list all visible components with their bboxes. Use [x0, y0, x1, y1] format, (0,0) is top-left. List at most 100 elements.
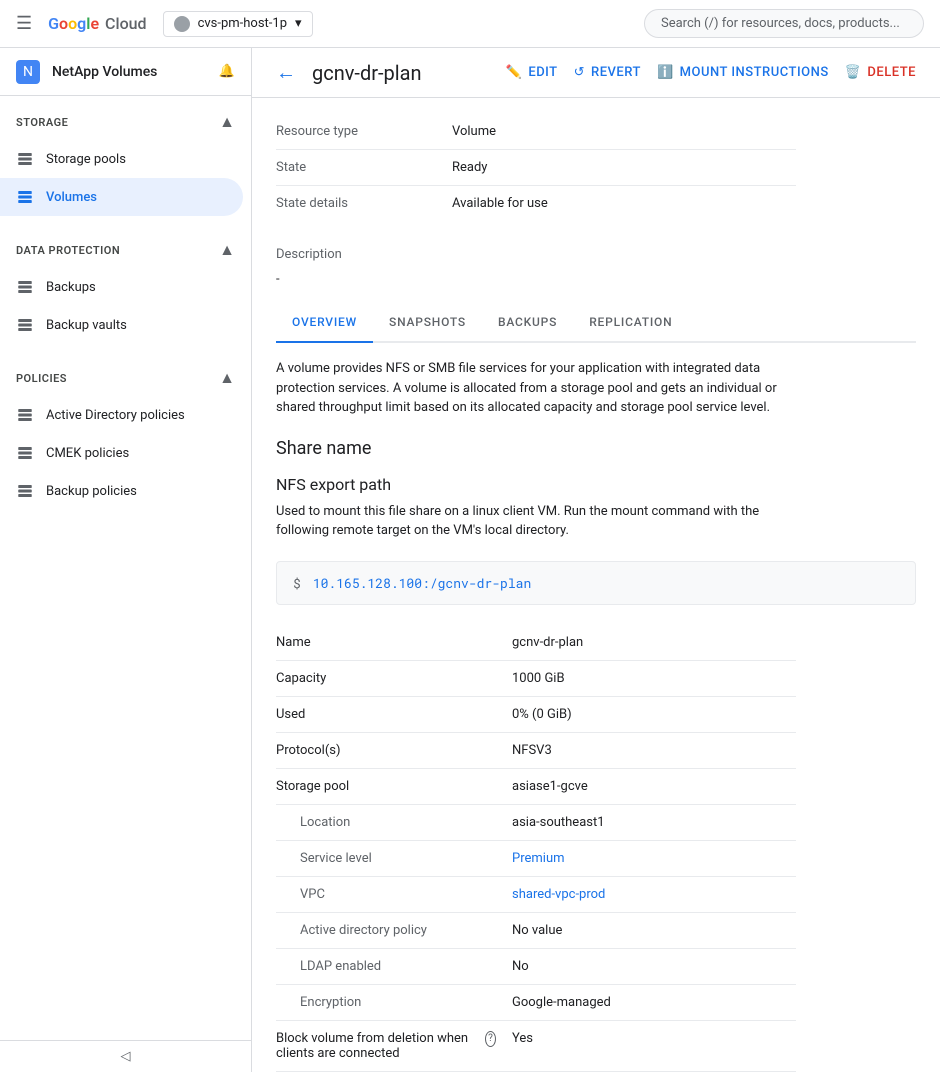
- storage-pools-label: Storage pools: [46, 152, 126, 167]
- backup-vaults-icon: [16, 316, 34, 334]
- volume-info-table: Resource type Volume State Ready State d…: [276, 114, 796, 221]
- detail-encryption-label: Encryption: [276, 985, 496, 1020]
- detail-ad-policy-value: No value: [496, 913, 578, 948]
- resource-type-row: Resource type Volume: [276, 114, 796, 150]
- storage-pools-icon: [16, 150, 34, 168]
- state-details-label: State details: [276, 186, 436, 221]
- storage-section-header[interactable]: Storage ▲: [0, 104, 251, 140]
- back-button[interactable]: ←: [276, 60, 296, 85]
- detail-ad-policy-label: Active directory policy: [276, 913, 496, 948]
- state-label: State: [276, 150, 436, 185]
- backups-icon: [16, 278, 34, 296]
- detail-used-row: Used 0% (0 GiB): [276, 697, 796, 733]
- detail-vpc-value: shared-vpc-prod: [496, 877, 621, 912]
- share-name-heading: Share name: [276, 438, 916, 459]
- detail-location-label: Location: [276, 805, 496, 840]
- state-details-value: Available for use: [436, 186, 564, 221]
- data-protection-section: Data protection ▲ Backups Backup vaults: [0, 224, 251, 352]
- description-section: Description -: [276, 237, 916, 287]
- detail-table: Name gcnv-dr-plan Capacity 1000 GiB Used…: [276, 625, 796, 1072]
- resource-type-label: Resource type: [276, 114, 436, 149]
- policies-label: Policies: [16, 372, 67, 385]
- sidebar-item-cmek[interactable]: CMEK policies: [0, 434, 243, 472]
- detail-capacity-row: Capacity 1000 GiB: [276, 661, 796, 697]
- policies-toggle-icon: ▲: [219, 368, 235, 388]
- sidebar-header: N NetApp Volumes 🔔: [0, 48, 251, 96]
- policies-section: Policies ▲ Active Directory policies CME…: [0, 352, 251, 518]
- mount-instructions-button[interactable]: ℹ️ MOUNT INSTRUCTIONS: [657, 65, 829, 80]
- sidebar-item-backups[interactable]: Backups: [0, 268, 243, 306]
- policies-section-header[interactable]: Policies ▲: [0, 360, 251, 396]
- edit-button[interactable]: ✏️ EDIT: [506, 65, 558, 80]
- detail-name-row: Name gcnv-dr-plan: [276, 625, 796, 661]
- nfs-desc: Used to mount this file share on a linux…: [276, 502, 796, 541]
- resource-type-value: Volume: [436, 114, 512, 149]
- detail-service-level-value: Premium: [496, 841, 581, 876]
- top-bar: ☰ Google Cloud cvs-pm-host-1p ▾ Search (…: [0, 0, 940, 48]
- revert-label: REVERT: [591, 65, 641, 80]
- detail-storage-pool-label: Storage pool: [276, 769, 496, 804]
- detail-service-level-label: Service level: [276, 841, 496, 876]
- tab-overview[interactable]: OVERVIEW: [276, 303, 373, 343]
- detail-ldap-row: LDAP enabled No: [276, 949, 796, 985]
- state-row: State Ready: [276, 150, 796, 186]
- description-label: Description: [276, 237, 436, 272]
- code-prompt: $: [293, 574, 301, 592]
- netapp-icon: N: [16, 60, 40, 84]
- help-icon[interactable]: ?: [485, 1031, 496, 1047]
- google-cloud-logo: Google Cloud: [48, 14, 146, 33]
- cmek-label: CMEK policies: [46, 446, 129, 461]
- tab-replication[interactable]: REPLICATION: [573, 303, 688, 343]
- overview-content: A volume provides NFS or SMB file servic…: [276, 359, 916, 1072]
- detail-encryption-value: Google-managed: [496, 985, 627, 1020]
- detail-ad-policy-row: Active directory policy No value: [276, 913, 796, 949]
- sidebar-item-volumes[interactable]: Volumes: [0, 178, 243, 216]
- volumes-label: Volumes: [46, 190, 97, 205]
- code-value: 10.165.128.100:/gcnv-dr-plan: [313, 574, 531, 592]
- project-selector[interactable]: cvs-pm-host-1p ▾: [163, 11, 313, 37]
- detail-storage-pool-value: asiase1-gcve: [496, 769, 604, 804]
- tab-snapshots[interactable]: SNAPSHOTS: [373, 303, 482, 343]
- menu-icon[interactable]: ☰: [16, 13, 32, 34]
- search-bar[interactable]: Search (/) for resources, docs, products…: [644, 9, 924, 38]
- backups-label: Backups: [46, 280, 96, 295]
- edit-label: EDIT: [528, 65, 557, 80]
- sidebar-item-storage-pools[interactable]: Storage pools: [0, 140, 243, 178]
- edit-icon: ✏️: [506, 65, 523, 80]
- content-header: ← gcnv-dr-plan ✏️ EDIT ↺ REVERT ℹ️ MOUNT…: [252, 48, 940, 98]
- bell-icon[interactable]: 🔔: [219, 64, 235, 79]
- detail-protocols-value: NFSV3: [496, 733, 568, 768]
- detail-vpc-row: VPC shared-vpc-prod: [276, 877, 796, 913]
- detail-protocols-label: Protocol(s): [276, 733, 496, 768]
- backup-policies-label: Backup policies: [46, 484, 137, 499]
- main-content: ← gcnv-dr-plan ✏️ EDIT ↺ REVERT ℹ️ MOUNT…: [252, 48, 940, 1072]
- sidebar-title: NetApp Volumes: [52, 64, 157, 80]
- collapse-button[interactable]: ◁: [0, 1040, 251, 1072]
- state-details-row: State details Available for use: [276, 186, 796, 221]
- backup-policies-icon: [16, 482, 34, 500]
- sidebar-item-backup-policies[interactable]: Backup policies: [0, 472, 243, 510]
- tab-backups[interactable]: BACKUPS: [482, 303, 573, 343]
- detail-used-label: Used: [276, 697, 496, 732]
- detail-capacity-label: Capacity: [276, 661, 496, 696]
- detail-service-level-row: Service level Premium: [276, 841, 796, 877]
- detail-capacity-value: 1000 GiB: [496, 661, 581, 696]
- detail-ldap-label: LDAP enabled: [276, 949, 496, 984]
- detail-encryption-row: Encryption Google-managed: [276, 985, 796, 1021]
- active-directory-icon: [16, 406, 34, 424]
- sidebar: N NetApp Volumes 🔔 Storage ▲ Storage poo…: [0, 48, 252, 1072]
- data-protection-section-header[interactable]: Data protection ▲: [0, 232, 251, 268]
- sidebar-item-backup-vaults[interactable]: Backup vaults: [0, 306, 243, 344]
- revert-icon: ↺: [574, 65, 585, 80]
- mount-label: MOUNT INSTRUCTIONS: [680, 65, 829, 80]
- storage-section: Storage ▲ Storage pools Volumes: [0, 96, 251, 224]
- detail-name-label: Name: [276, 625, 496, 660]
- info-icon: ℹ️: [657, 65, 674, 80]
- delete-button[interactable]: 🗑️ DELETE: [845, 65, 916, 80]
- detail-ldap-value: No: [496, 949, 545, 984]
- detail-vpc-label: VPC: [276, 877, 496, 912]
- revert-button[interactable]: ↺ REVERT: [574, 65, 641, 80]
- sidebar-item-active-directory[interactable]: Active Directory policies: [0, 396, 243, 434]
- cmek-icon: [16, 444, 34, 462]
- detail-block-volume-label: Block volume from deletion when clients …: [276, 1021, 496, 1071]
